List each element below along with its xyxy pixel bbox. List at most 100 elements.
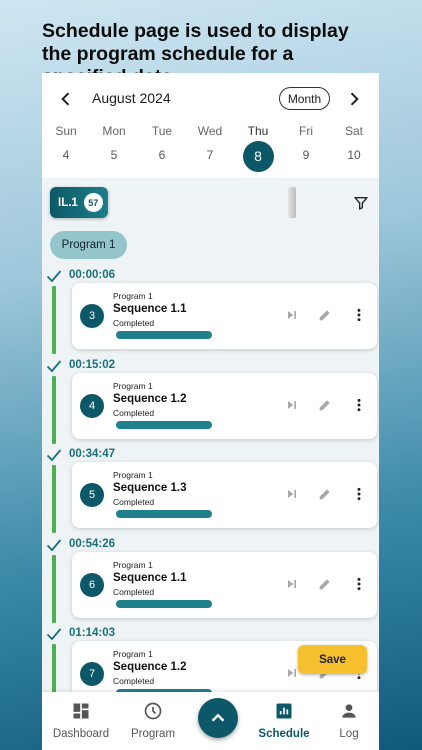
entry-time: 00:54:26 [69,537,116,550]
day-5[interactable]: Fri 9 [286,124,326,178]
schedule-entry: 00:15:02 4 Program 1 Sequence 1.2 Completed [42,358,379,448]
day-date: 7 [206,148,214,162]
person-icon [339,701,359,721]
nav-log-label: Log [339,728,359,740]
nav-dashboard-label: Dashboard [52,728,110,740]
edit-icon[interactable] [317,486,333,502]
progress-bar [116,420,212,429]
line-chip[interactable]: IL.1 57 [50,187,108,218]
schedule-entry: 00:54:26 6 Program 1 Sequence 1.1 Completed [42,537,379,627]
chevron-up-icon [211,713,225,722]
skip-next-icon[interactable] [284,397,300,413]
skip-next-icon[interactable] [284,576,300,592]
dashboard-icon [71,701,91,721]
next-month-button[interactable] [344,89,364,109]
card-program: Program 1 [113,470,153,480]
card-status: Completed [113,676,155,686]
day-name: Sun [55,124,77,138]
filter-icon[interactable] [353,195,369,211]
timeline-bar [52,465,56,533]
entry-time: 00:00:06 [69,269,116,281]
entry-time: 01:14:03 [69,627,116,639]
progress-fill [116,420,212,429]
edit-icon[interactable] [317,307,333,323]
expand-fab-button[interactable] [198,698,238,738]
program-chip[interactable]: Program 1 [50,231,127,259]
card-program: Program 1 [113,649,153,659]
progress-bar [116,331,212,339]
more-vert-icon[interactable] [351,576,367,592]
check-icon [46,359,62,372]
skip-next-icon[interactable] [284,307,300,323]
card-program: Program 1 [113,291,153,301]
card-sequence: Sequence 1.2 [113,661,187,673]
entry-time: 00:15:02 [69,358,116,371]
progress-fill [116,510,212,518]
day-name: Sat [344,124,363,138]
calendar-header: August 2024 Month Sun 4 Mon 5 Tue 6 Wed 7 Thu 8 Fr… [42,73,379,178]
more-vert-icon[interactable] [351,486,367,502]
chevron-right-icon [350,92,359,106]
entry-time: 00:34:47 [69,448,116,460]
card-sequence: Sequence 1.1 [113,303,187,315]
card-status: Completed [113,586,155,597]
card-status: Completed [113,407,155,418]
edit-icon[interactable] [317,576,333,592]
timeline-bar [52,375,56,444]
card-sequence: Sequence 1.2 [113,392,187,405]
clock-icon [143,701,163,721]
nav-log[interactable]: Log [316,692,379,750]
prev-month-button[interactable] [56,89,76,109]
day-name: Tue [151,124,173,138]
day-2[interactable]: Tue 6 [142,124,182,178]
app-screen: August 2024 Month Sun 4 Mon 5 Tue 6 Wed 7 Thu 8 Fr… [42,73,379,750]
nav-dashboard[interactable]: Dashboard [48,692,114,750]
card-sequence: Sequence 1.3 [113,482,187,494]
card-status: Completed [113,318,155,328]
sequence-number: 7 [80,662,104,686]
card-program: Program 1 [113,559,153,570]
filter-bar: IL.1 57 [50,185,371,219]
timeline-bar [52,554,56,623]
card-status: Completed [113,497,155,507]
skip-next-icon[interactable] [284,486,300,502]
check-icon [46,270,62,283]
sequence-number: 6 [80,572,104,597]
sequence-number: 5 [80,483,104,507]
timeline-bar [52,286,56,354]
more-vert-icon[interactable] [351,307,367,323]
progress-bar [116,599,212,608]
day-date: 5 [110,148,118,162]
day-4[interactable]: Thu 8 [238,124,278,172]
month-label: August 2024 [92,90,171,106]
save-button[interactable]: Save [298,645,367,674]
day-date: 10 [347,148,361,162]
schedule-entry: 00:00:06 3 Program 1 Sequence 1.1 Completed [42,268,379,358]
sequence-card[interactable]: 3 Program 1 Sequence 1.1 Completed [72,283,377,349]
line-count-badge: 57 [83,193,103,212]
day-1[interactable]: Mon 5 [94,124,134,178]
check-icon [46,538,62,551]
card-sequence: Sequence 1.1 [113,571,187,584]
chevron-left-icon [61,92,70,106]
day-name: Thu [247,124,269,138]
nav-program-label: Program [130,728,176,740]
scroll-divider [288,187,296,218]
day-3[interactable]: Wed 7 [190,124,230,178]
day-0[interactable]: Sun 4 [46,124,86,178]
check-icon [46,628,62,641]
edit-icon[interactable] [317,397,333,413]
day-6[interactable]: Sat 10 [334,124,374,178]
nav-program[interactable]: Program [120,692,186,750]
sequence-card[interactable]: 5 Program 1 Sequence 1.3 Completed [72,462,377,528]
day-date: 8 [242,141,274,172]
progress-fill [116,331,212,339]
month-view-button[interactable]: Month [279,87,330,110]
day-name: Wed [197,124,223,138]
sequence-card[interactable]: 4 Program 1 Sequence 1.2 Completed [72,372,377,439]
sequence-card[interactable]: 6 Program 1 Sequence 1.1 Completed [72,551,377,618]
schedule-entry: 00:34:47 5 Program 1 Sequence 1.3 Completed [42,447,379,537]
more-vert-icon[interactable] [351,397,367,413]
day-date: 6 [158,148,166,162]
nav-schedule[interactable]: Schedule [251,692,317,750]
